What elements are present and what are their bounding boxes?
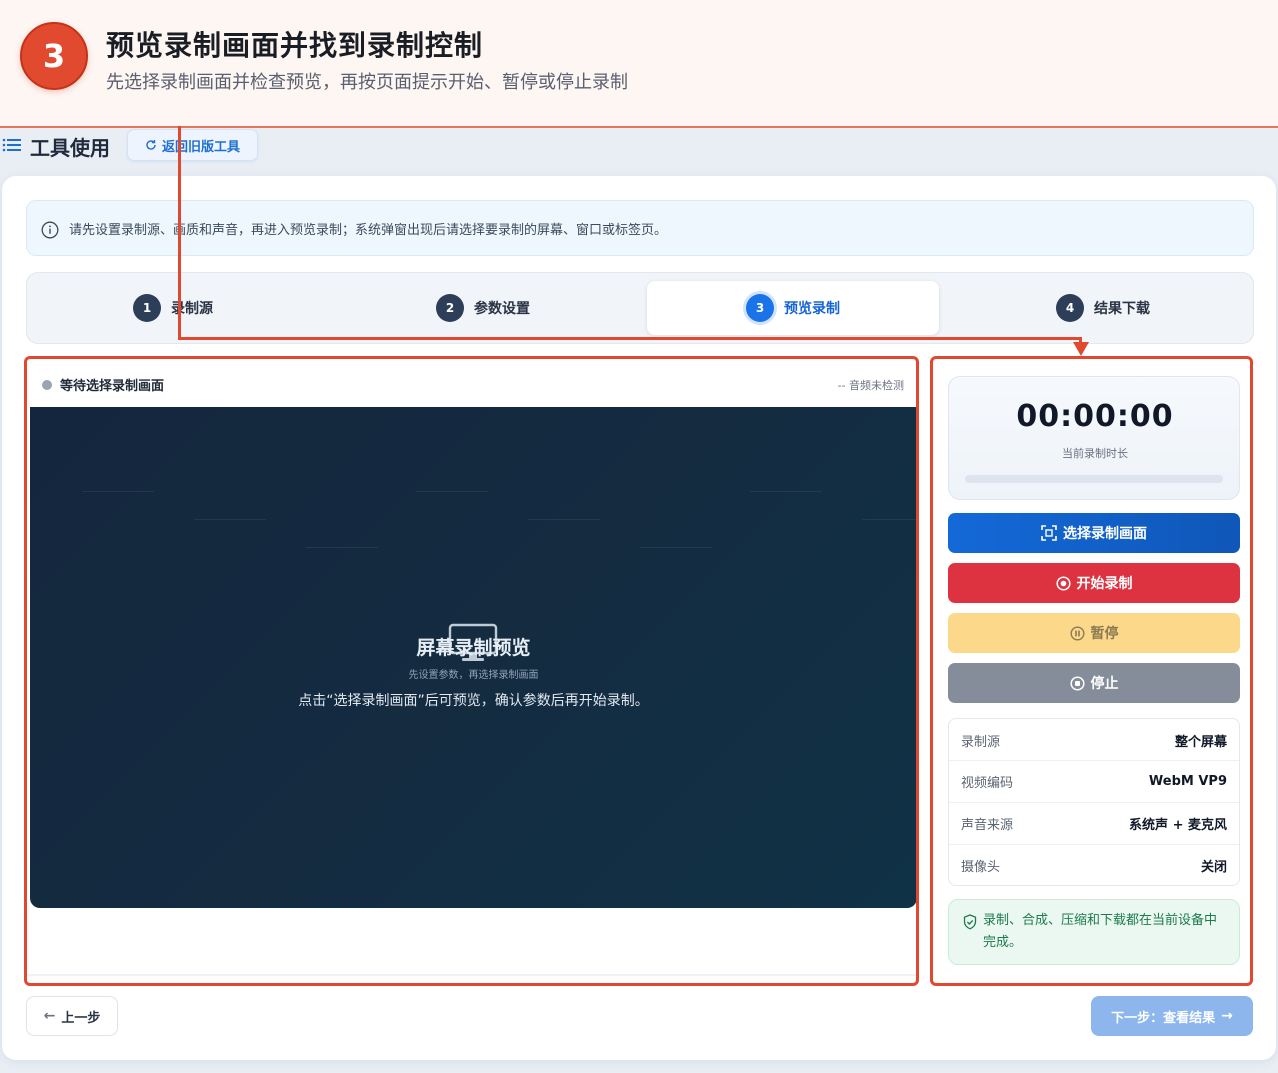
notice-text: 请先设置录制源、画质和声音，再进入预览录制；系统弹窗出现后请选择要录制的屏幕、窗… xyxy=(69,222,668,238)
tab-parameters[interactable]: 2 参数设置 xyxy=(337,281,629,335)
tutorial-subtitle: 先选择录制画面并检查预览，再按页面提示开始、暂停或停止录制 xyxy=(106,72,628,93)
tutorial-banner: 3 预览录制画面并找到录制控制 先选择录制画面并检查预览，再按页面提示开始、暂停… xyxy=(0,0,1278,128)
refresh-icon xyxy=(146,140,156,150)
step-label: 参数设置 xyxy=(474,301,530,317)
back-to-old-tool-label: 返回旧版工具 xyxy=(161,139,240,155)
tab-result-download[interactable]: 4 结果下载 xyxy=(957,281,1249,335)
step-number: 4 xyxy=(1056,294,1084,322)
annotation-controls-highlight xyxy=(930,356,1253,986)
step-label: 结果下载 xyxy=(1094,301,1150,317)
annotation-connector xyxy=(178,126,181,340)
annotation-arrow-icon xyxy=(1073,342,1089,356)
step-number: 2 xyxy=(436,294,464,322)
page-title: 工具使用 xyxy=(30,136,110,160)
step-label: 预览录制 xyxy=(784,301,840,317)
arrow-right-icon: → xyxy=(1221,1008,1233,1024)
step-tabs: 1 录制源 2 参数设置 3 预览录制 4 结果下载 xyxy=(26,272,1254,344)
tab-record-source[interactable]: 1 录制源 xyxy=(27,281,319,335)
tutorial-step-badge: 3 xyxy=(20,22,88,90)
previous-step-button[interactable]: ← 上一步 xyxy=(26,996,118,1036)
tutorial-title: 预览录制画面并找到录制控制 xyxy=(106,29,484,62)
step-number: 1 xyxy=(133,294,161,322)
notice-banner: 请先设置录制源、画质和声音，再进入预览录制；系统弹窗出现后请选择要录制的屏幕、窗… xyxy=(26,200,1254,256)
previous-step-label: 上一步 xyxy=(61,1010,101,1026)
list-icon xyxy=(2,138,21,152)
info-icon xyxy=(41,221,59,239)
tab-preview-record[interactable]: 3 预览录制 xyxy=(647,281,939,335)
next-step-button[interactable]: 下一步：查看结果 → xyxy=(1091,996,1253,1036)
annotation-connector xyxy=(178,337,1082,340)
next-step-label: 下一步：查看结果 xyxy=(1111,1010,1216,1026)
annotation-preview-highlight xyxy=(24,356,919,986)
back-to-old-tool-button[interactable]: 返回旧版工具 xyxy=(127,129,258,161)
page-header: 工具使用 返回旧版工具 xyxy=(0,128,1278,176)
arrow-left-icon: ← xyxy=(43,1008,56,1024)
step-number: 3 xyxy=(746,294,774,322)
